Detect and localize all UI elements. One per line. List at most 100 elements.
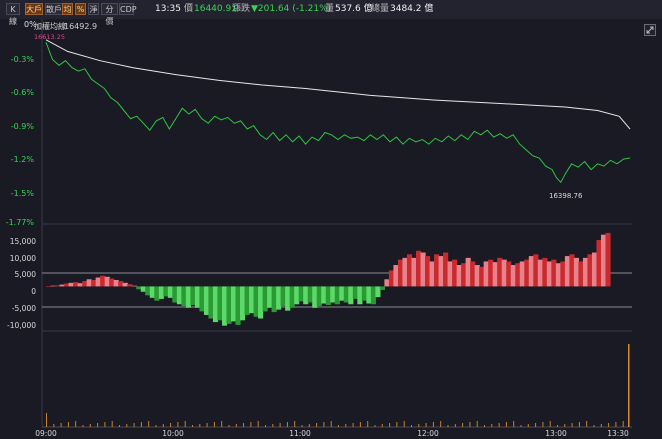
volume-bar xyxy=(316,423,318,427)
flow-bar xyxy=(163,286,169,297)
flow-bar xyxy=(127,284,133,287)
net-button[interactable]: 淨 xyxy=(88,3,99,15)
flow-bar xyxy=(533,254,539,287)
flow-bar xyxy=(325,286,331,305)
toolbar: K線 大戶 散戶 均 % 淨 分價 CDP 13:35 價 16440.91 漲… xyxy=(0,0,662,26)
cdp-button[interactable]: CDP xyxy=(119,3,137,15)
flow-bar xyxy=(50,285,56,287)
flow-bar xyxy=(312,286,318,308)
flow-bar xyxy=(461,263,467,287)
flow-bar xyxy=(113,280,119,287)
volume-bar xyxy=(126,424,128,427)
flow-bar xyxy=(298,286,304,302)
volume-bar xyxy=(396,422,398,427)
price-distribution-button[interactable]: 分價 xyxy=(101,3,118,26)
volume-bar xyxy=(67,422,69,427)
volume-bar xyxy=(97,423,99,427)
volume-bar xyxy=(505,422,507,427)
flow-bar xyxy=(524,259,530,287)
volume-bar xyxy=(330,421,332,427)
flow-bar xyxy=(591,252,598,287)
flow-bar xyxy=(176,286,182,305)
volume-bar xyxy=(75,421,77,427)
flow-bar xyxy=(447,261,453,287)
flow-bar xyxy=(285,286,291,311)
flow-bar xyxy=(339,286,345,301)
flow-bar xyxy=(212,286,219,323)
flow-bar xyxy=(185,286,191,308)
flow-bar xyxy=(64,283,70,287)
flow-bar xyxy=(379,286,385,290)
flow-bar xyxy=(443,252,449,287)
percent-button[interactable]: % xyxy=(75,3,86,15)
flow-tick: 10,000 xyxy=(10,254,36,263)
flow-tick: -10,000 xyxy=(7,321,36,330)
volume-bar xyxy=(119,425,120,427)
flow-bar xyxy=(145,286,151,296)
volume-bar xyxy=(447,425,449,427)
retail-investor-button[interactable]: 散戶 xyxy=(45,3,63,15)
volume-bar xyxy=(352,423,354,427)
index-line xyxy=(45,42,631,184)
volume-bar xyxy=(323,422,325,427)
flow-bar xyxy=(230,286,237,322)
flow-bar xyxy=(415,250,422,287)
volume-bar xyxy=(374,425,376,427)
flow-bar xyxy=(330,286,336,303)
price-label: 價 xyxy=(184,4,194,14)
volume-bar xyxy=(359,422,361,427)
flow-bar xyxy=(267,286,273,308)
flow-bar xyxy=(361,286,367,301)
flow-bar xyxy=(154,286,160,301)
flow-bar xyxy=(573,257,580,287)
volume-bar xyxy=(513,421,515,427)
total-volume-label: 總量 xyxy=(371,4,390,14)
flow-bar xyxy=(470,261,476,287)
large-investor-button[interactable]: 大戶 xyxy=(25,3,43,15)
change-label: 漲跌 xyxy=(232,4,251,14)
volume-bar xyxy=(133,423,135,427)
flow-bar xyxy=(528,256,534,287)
volume-bar xyxy=(549,421,551,427)
intraday-chart: 0% 加權均線 16492.9 16613.25 16398.76 -0.3% … xyxy=(6,19,632,438)
volume-bar xyxy=(564,424,566,427)
x-axis-tick: 11:00 xyxy=(289,429,311,438)
volume-bar xyxy=(425,423,427,427)
volume-bar xyxy=(586,421,588,427)
volume-bar xyxy=(140,422,142,427)
price-value: 16440.91 xyxy=(194,4,237,14)
volume-bar xyxy=(221,421,223,427)
volume-bar xyxy=(155,425,157,427)
volume-bar xyxy=(345,424,347,427)
flow-bar xyxy=(578,261,584,287)
price-tick: -1.5% xyxy=(11,189,35,198)
flow-bar xyxy=(388,270,395,287)
flow-bar xyxy=(515,263,521,287)
average-button[interactable]: 均 xyxy=(62,3,73,15)
volume-bar xyxy=(46,413,47,427)
volume-bar xyxy=(411,425,412,427)
flow-bar xyxy=(434,254,440,287)
flow-bar xyxy=(294,286,300,305)
volume-bar xyxy=(432,422,434,427)
flow-bar xyxy=(600,234,607,287)
flow-bar xyxy=(546,261,552,287)
quote-time: 13:35 xyxy=(155,4,181,14)
volume-bar xyxy=(279,423,281,427)
kline-button[interactable]: K線 xyxy=(6,3,20,26)
x-axis-tick: 13:00 xyxy=(545,429,567,438)
flow-bar xyxy=(492,262,498,287)
flow-bar xyxy=(46,286,52,288)
flow-bar xyxy=(109,278,115,287)
volume-bar xyxy=(389,423,391,427)
flow-bar xyxy=(465,257,471,287)
flow-bar xyxy=(384,279,390,287)
volume-bar xyxy=(600,424,602,427)
flow-bar xyxy=(190,286,196,305)
volume-bar xyxy=(308,424,310,427)
volume-bar xyxy=(177,422,179,427)
flow-bar xyxy=(240,286,246,321)
volume-bar xyxy=(520,425,522,427)
flow-bar xyxy=(100,275,106,287)
flow-bar xyxy=(393,265,399,287)
